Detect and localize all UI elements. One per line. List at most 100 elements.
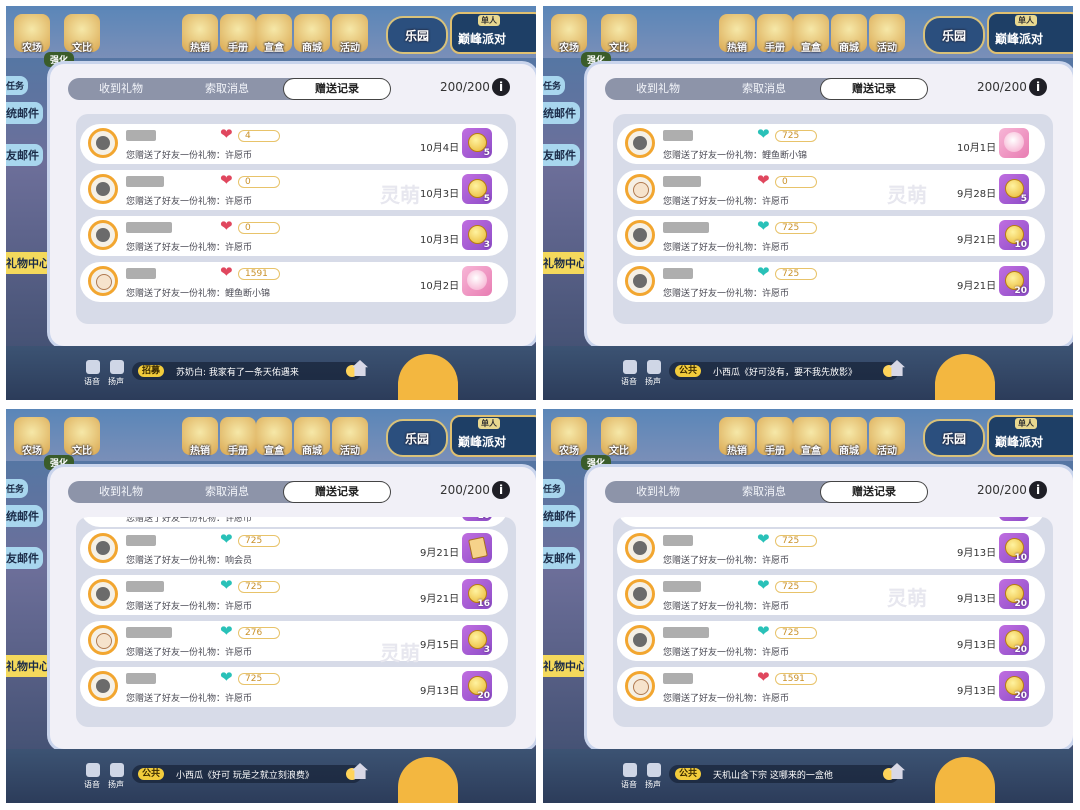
- hud-park-button[interactable]: 乐园: [386, 16, 448, 54]
- gift-record-row[interactable]: ❤ 725 您赠送了好友一份礼物：许愿币 9月21日 20: [617, 262, 1045, 302]
- sidebar-friend-mail[interactable]: 友邮件: [6, 144, 43, 166]
- tab-request-messages[interactable]: 索取消息: [711, 78, 817, 100]
- hud-shop-button[interactable]: 商城: [831, 14, 867, 54]
- hud-farm-button[interactable]: 农场: [551, 14, 587, 54]
- gift-record-row[interactable]: ❤ 725 您赠送了好友一份礼物：许愿币 9月21日 10: [617, 216, 1045, 256]
- gift-record-row[interactable]: ❤ 1591 您赠送了好友一份礼物：鲤鱼断小锦 10月2日: [80, 262, 508, 302]
- tab-sent-records[interactable]: 赠送记录: [284, 79, 390, 99]
- hud-hot-button[interactable]: 热销: [719, 14, 755, 54]
- hud-event-button[interactable]: 活动: [332, 417, 368, 457]
- hud-hot-button[interactable]: 热销: [719, 417, 755, 457]
- gift-slot[interactable]: 5: [462, 174, 492, 204]
- gift-record-row[interactable]: ❤ 725 您赠送了好友一份礼物：许愿币 9月13日 20: [617, 575, 1045, 615]
- hud-event-button[interactable]: 活动: [332, 14, 368, 54]
- gift-record-list[interactable]: 您赠送了好友一份礼物：许愿币 10 ❤ 725 您赠送了好友一份礼物：响会员 9…: [76, 517, 516, 727]
- gift-slot[interactable]: 20: [999, 625, 1029, 655]
- speaker-icon[interactable]: [110, 360, 124, 374]
- gift-slot[interactable]: 20: [999, 266, 1029, 296]
- friend-avatar[interactable]: [88, 579, 118, 609]
- gift-slot[interactable]: 20: [462, 671, 492, 701]
- hud-peak-party-button[interactable]: 单人 巅峰派对: [987, 415, 1073, 457]
- list-item-partial[interactable]: [617, 517, 1045, 527]
- gift-slot[interactable]: 10: [999, 220, 1029, 250]
- tab-received-gifts[interactable]: 收到礼物: [68, 78, 174, 100]
- sidebar-task[interactable]: 任务: [6, 76, 29, 95]
- sidebar-task[interactable]: 任务: [6, 479, 29, 498]
- friend-avatar[interactable]: [625, 579, 655, 609]
- speaker-icon[interactable]: [647, 360, 661, 374]
- info-icon[interactable]: i: [1029, 78, 1047, 96]
- gift-record-row[interactable]: ❤ 4 您赠送了好友一份礼物：许愿币 10月4日 5: [80, 124, 508, 164]
- gift-slot[interactable]: 20: [999, 579, 1029, 609]
- hud-hot-button[interactable]: 热销: [182, 14, 218, 54]
- tab-sent-records[interactable]: 赠送记录: [821, 79, 927, 99]
- gift-slot[interactable]: 3: [462, 625, 492, 655]
- tab-request-messages[interactable]: 索取消息: [174, 481, 280, 503]
- friend-avatar[interactable]: [88, 266, 118, 296]
- gift-slot[interactable]: 20: [999, 671, 1029, 701]
- gift-slot[interactable]: 5: [462, 128, 492, 158]
- sidebar-gift-center[interactable]: 礼物中心: [543, 655, 591, 677]
- hud-shop-button[interactable]: 商城: [831, 417, 867, 457]
- hud-manual-button[interactable]: 手册: [757, 417, 793, 457]
- gift-record-row[interactable]: ❤ 725 您赠送了好友一份礼物：鲤鱼断小锦 10月1日: [617, 124, 1045, 164]
- sidebar-system-mail[interactable]: 统邮件: [6, 505, 43, 527]
- hud-farm-button[interactable]: 农场: [551, 417, 587, 457]
- sidebar-task[interactable]: 任务: [543, 76, 566, 95]
- gift-record-row[interactable]: ❤ 276 您赠送了好友一份礼物：许愿币 9月15日 3: [80, 621, 508, 661]
- gift-slot[interactable]: [462, 266, 492, 296]
- sidebar-gift-center[interactable]: 礼物中心: [6, 655, 54, 677]
- speaker-icon[interactable]: [647, 763, 661, 777]
- gift-slot[interactable]: 10: [999, 533, 1029, 563]
- hud-duel-button[interactable]: 文比: [64, 417, 100, 457]
- tab-sent-records[interactable]: 赠送记录: [284, 482, 390, 502]
- tab-sent-records[interactable]: 赠送记录: [821, 482, 927, 502]
- hud-shop-button[interactable]: 商城: [294, 417, 330, 457]
- hud-shop-button[interactable]: 商城: [294, 14, 330, 54]
- sidebar-gift-center[interactable]: 礼物中心: [6, 252, 54, 274]
- gift-record-row[interactable]: ❤ 725 您赠送了好友一份礼物：许愿币 9月21日 16: [80, 575, 508, 615]
- sidebar-gift-center[interactable]: 礼物中心: [543, 252, 591, 274]
- gift-record-row[interactable]: ❤ 0 您赠送了好友一份礼物：许愿币 9月28日 5: [617, 170, 1045, 210]
- friend-avatar[interactable]: [88, 174, 118, 204]
- gift-record-list[interactable]: ❤ 4 您赠送了好友一份礼物：许愿币 10月4日 5 ❤ 0 您赠送了好友一份礼…: [76, 114, 516, 324]
- hud-manual-button[interactable]: 手册: [757, 14, 793, 54]
- gift-record-row[interactable]: ❤ 725 您赠送了好友一份礼物：响会员 9月21日: [80, 529, 508, 569]
- friend-avatar[interactable]: [625, 174, 655, 204]
- hud-park-button[interactable]: 乐园: [386, 419, 448, 457]
- chat-bar[interactable]: 公共 小西瓜《好可 玩是之就立刻浪费》: [132, 765, 362, 783]
- info-icon[interactable]: i: [492, 481, 510, 499]
- friend-avatar[interactable]: [88, 625, 118, 655]
- friend-avatar[interactable]: [88, 533, 118, 563]
- sidebar-friend-mail[interactable]: 友邮件: [6, 547, 43, 569]
- microphone-icon[interactable]: [623, 360, 637, 374]
- gift-record-row[interactable]: ❤ 725 您赠送了好友一份礼物：许愿币 9月13日 20: [80, 667, 508, 707]
- friend-avatar[interactable]: [625, 266, 655, 296]
- hud-duel-button[interactable]: 文比: [601, 14, 637, 54]
- list-item-partial[interactable]: 您赠送了好友一份礼物：许愿币 10: [80, 517, 508, 527]
- microphone-icon[interactable]: [86, 360, 100, 374]
- chat-bar[interactable]: 公共 天机山含下宗 这哪来的一盒他: [669, 765, 899, 783]
- hud-manual-button[interactable]: 手册: [220, 14, 256, 54]
- gift-record-row[interactable]: ❤ 725 您赠送了好友一份礼物：许愿币 9月13日 10: [617, 529, 1045, 569]
- hud-farm-button[interactable]: 农场: [14, 14, 50, 54]
- sidebar-system-mail[interactable]: 统邮件: [543, 505, 580, 527]
- gift-record-row[interactable]: ❤ 0 您赠送了好友一份礼物：许愿币 10月3日 3: [80, 216, 508, 256]
- tab-received-gifts[interactable]: 收到礼物: [605, 78, 711, 100]
- microphone-icon[interactable]: [623, 763, 637, 777]
- friend-avatar[interactable]: [625, 625, 655, 655]
- info-icon[interactable]: i: [492, 78, 510, 96]
- gift-record-row[interactable]: ❤ 1591 您赠送了好友一份礼物：许愿币 9月13日 20: [617, 667, 1045, 707]
- hud-hot-button[interactable]: 热销: [182, 417, 218, 457]
- sidebar-system-mail[interactable]: 统邮件: [543, 102, 580, 124]
- friend-avatar[interactable]: [88, 220, 118, 250]
- gift-slot[interactable]: [462, 533, 492, 563]
- hud-duel-button[interactable]: 文比: [601, 417, 637, 457]
- chat-bar[interactable]: 招募 苏奶白: 我家有了一条天佑遇来: [132, 362, 362, 380]
- info-icon[interactable]: i: [1029, 481, 1047, 499]
- tab-received-gifts[interactable]: 收到礼物: [605, 481, 711, 503]
- hud-duel-button[interactable]: 文比: [64, 14, 100, 54]
- friend-avatar[interactable]: [625, 220, 655, 250]
- friend-avatar[interactable]: [625, 533, 655, 563]
- sidebar-friend-mail[interactable]: 友邮件: [543, 547, 580, 569]
